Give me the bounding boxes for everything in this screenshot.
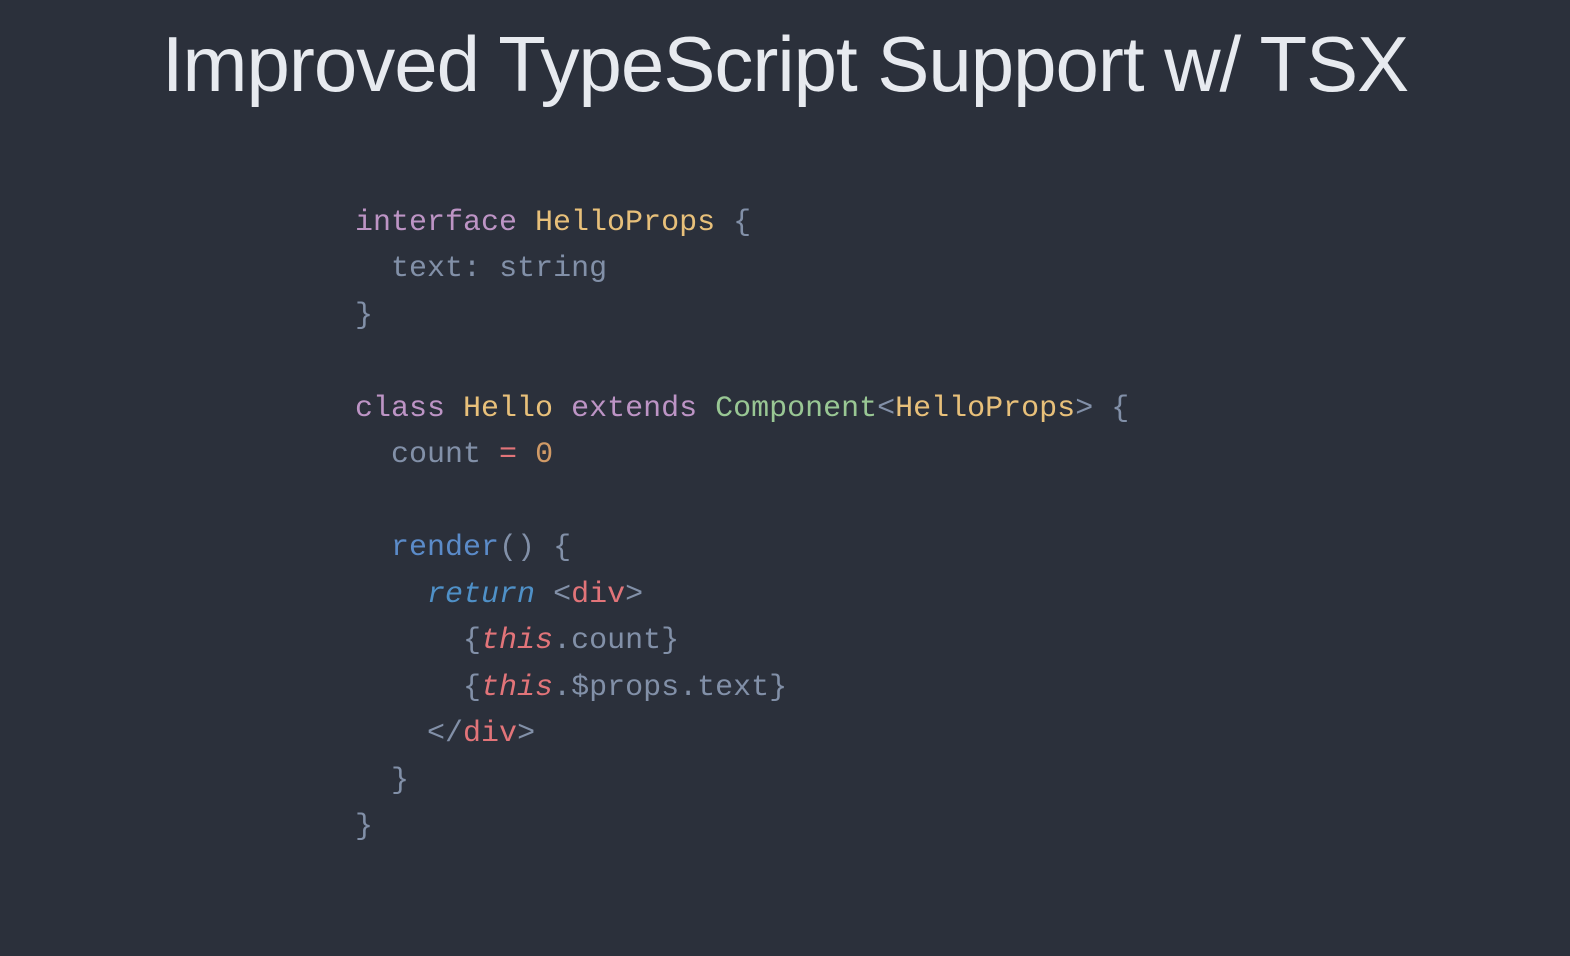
kw-this: this (481, 624, 553, 658)
field-count: count (391, 438, 481, 472)
kw-this: this (481, 671, 553, 705)
slide: Improved TypeScript Support w/ TSX inter… (0, 0, 1570, 956)
jsx-tag-div-open: div (571, 578, 625, 612)
member-props: $props (571, 671, 679, 705)
prop-text: text (391, 252, 463, 286)
generic-helloprops: HelloProps (895, 392, 1075, 426)
class-component: Component (715, 392, 877, 426)
type-helloprops: HelloProps (535, 206, 715, 240)
member-count: count (571, 624, 661, 658)
code-block: interface HelloProps { text: string } cl… (355, 200, 1570, 851)
type-string: string (499, 252, 607, 286)
rbrace: } (355, 299, 373, 333)
method-render: render (391, 531, 499, 565)
lbrace: { (733, 206, 751, 240)
slide-title: Improved TypeScript Support w/ TSX (0, 20, 1570, 110)
kw-extends: extends (571, 392, 697, 426)
num-zero: 0 (535, 438, 553, 472)
jsx-tag-div-close: div (463, 717, 517, 751)
member-text: text (697, 671, 769, 705)
kw-return: return (427, 578, 535, 612)
class-hello: Hello (463, 392, 553, 426)
kw-class: class (355, 392, 445, 426)
kw-interface: interface (355, 206, 517, 240)
